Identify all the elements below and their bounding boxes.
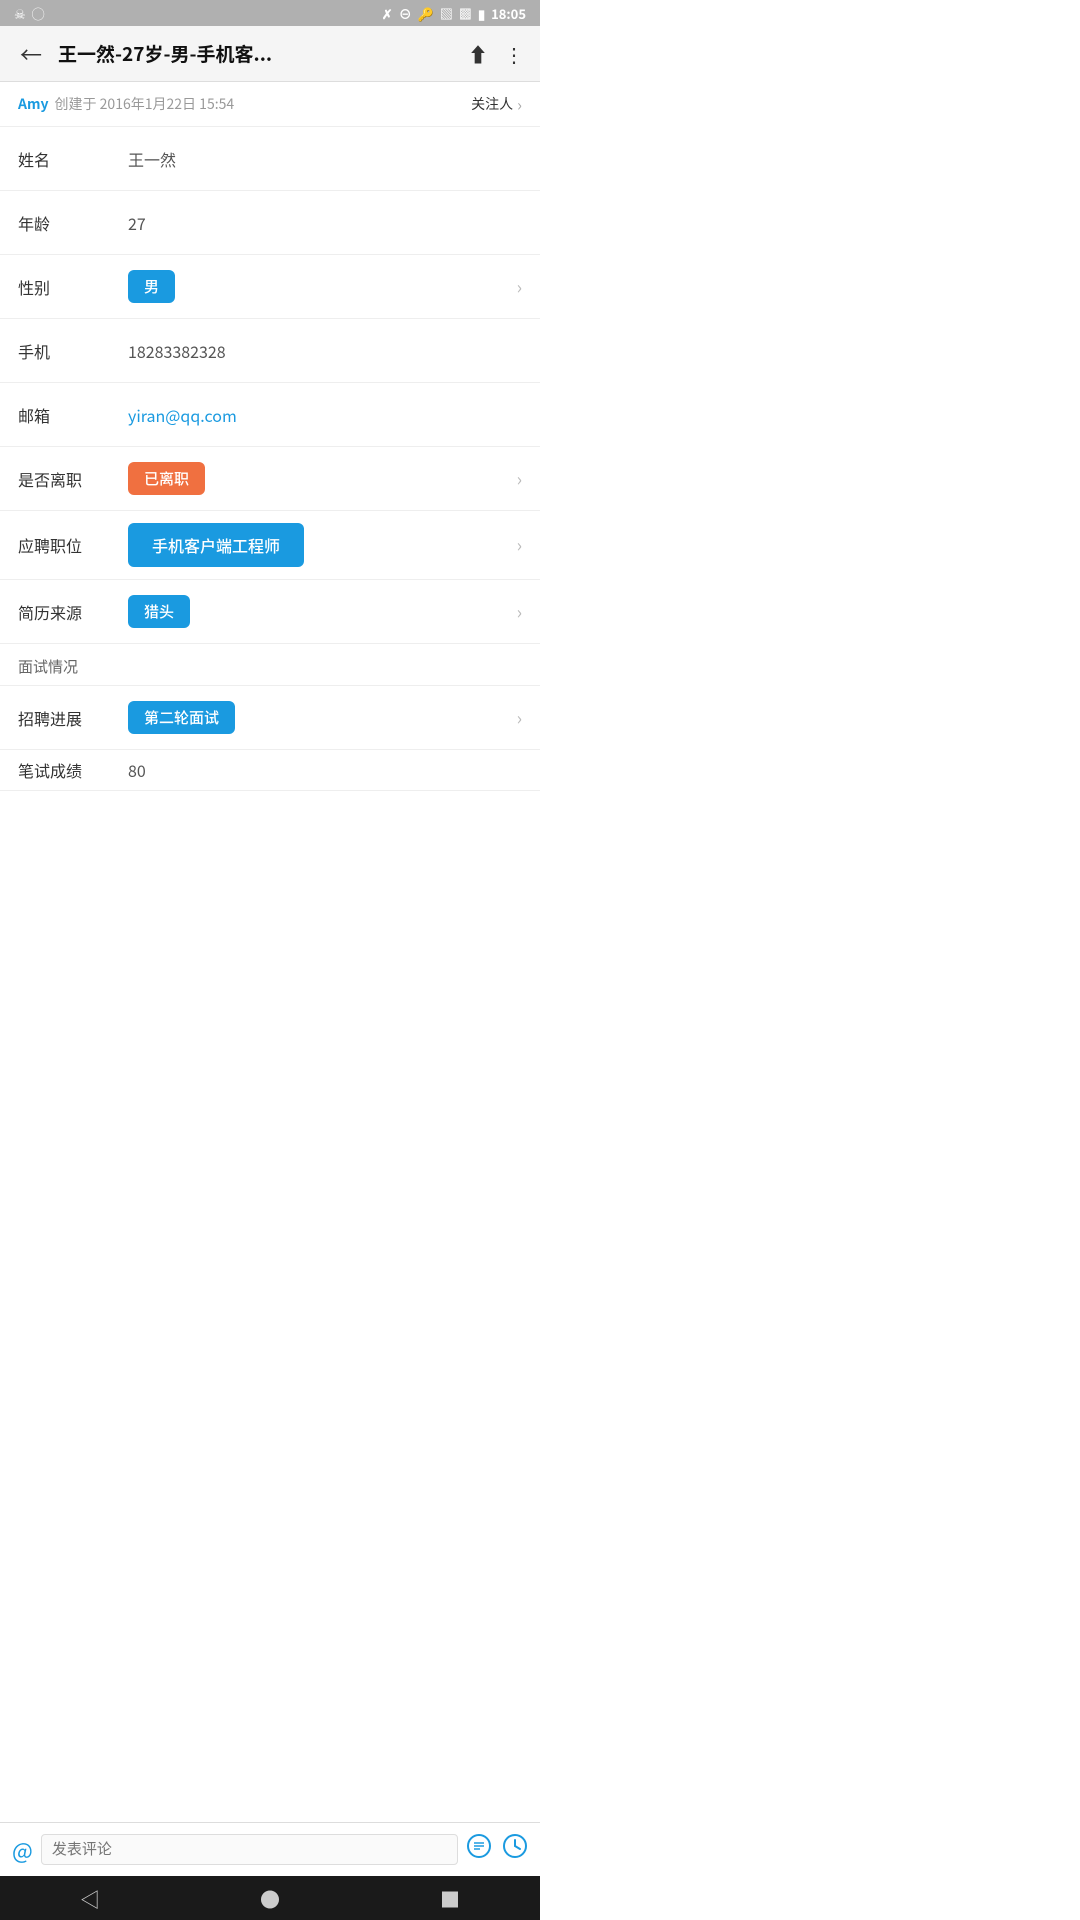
field-resigned[interactable]: 是否离职 已离职 › [0, 447, 540, 511]
label-gender: 性别 [18, 275, 128, 299]
battery-icon: ▮ [478, 4, 485, 23]
back-button[interactable]: ← [16, 34, 46, 74]
field-phone: 手机 18283382328 [0, 319, 540, 383]
field-age: 年龄 27 [0, 191, 540, 255]
value-source: 猎头 [128, 595, 509, 628]
page-title: 王一然-27岁-男-手机客... [58, 40, 456, 67]
value-gender: 男 [128, 270, 509, 303]
app-bar: ← 王一然-27岁-男-手机客... ⬆ ⋮ [0, 26, 540, 82]
comment-bar: @ [0, 1822, 540, 1876]
recruit-section: 招聘进展 第二轮面试 › 笔试成绩 80 [0, 686, 540, 791]
at-button[interactable]: @ [12, 1834, 33, 1866]
section-header-interview: 面试情况 [0, 644, 540, 686]
field-name: 姓名 王一然 [0, 127, 540, 191]
more-button[interactable]: ⋮ [504, 39, 524, 68]
app-bar-actions: ⬆ ⋮ [468, 39, 524, 68]
time-display: 18:05 [491, 4, 526, 23]
label-name: 姓名 [18, 147, 128, 171]
info-section: 姓名 王一然 年龄 27 性别 男 › 手机 18283382328 邮箱 yi… [0, 127, 540, 644]
follow-chevron: › [517, 92, 522, 116]
value-email[interactable]: yiran@qq.com [128, 403, 522, 427]
meta-info: Amy 创建于 2016年1月22日 15:54 [18, 94, 234, 114]
resigned-chevron: › [517, 466, 522, 492]
status-bar-left: ☠ ◯ [14, 4, 45, 23]
field-source[interactable]: 简历来源 猎头 › [0, 580, 540, 644]
nav-back-button[interactable]: ◁ [60, 1880, 120, 1917]
follow-link[interactable]: 关注人 › [471, 92, 522, 116]
label-written-score: 笔试成绩 [18, 758, 128, 782]
value-recruit-progress: 第二轮面试 [128, 701, 509, 734]
field-email: 邮箱 yiran@qq.com [0, 383, 540, 447]
resigned-badge[interactable]: 已离职 [128, 462, 205, 495]
status-bar-right: ✗ ⊖ 🔑 ▧ ▩ ▮ 18:05 [382, 4, 526, 23]
field-gender[interactable]: 性别 男 › [0, 255, 540, 319]
clock-icon[interactable] [502, 1833, 528, 1866]
field-written-score: 笔试成绩 80 [0, 750, 540, 791]
value-age: 27 [128, 211, 522, 235]
source-badge[interactable]: 猎头 [128, 595, 190, 628]
source-chevron: › [517, 599, 522, 625]
share-button[interactable]: ⬆ [468, 39, 488, 68]
signal-icon: ◯ [32, 4, 45, 23]
label-phone: 手机 [18, 339, 128, 363]
field-recruit-progress[interactable]: 招聘进展 第二轮面试 › [0, 686, 540, 750]
label-age: 年龄 [18, 211, 128, 235]
nav-recents-button[interactable]: ■ [420, 1880, 480, 1917]
label-recruit-progress: 招聘进展 [18, 706, 128, 730]
follow-label: 关注人 [471, 94, 513, 114]
wifi-icon: ☠ [14, 4, 26, 23]
status-bar: ☠ ◯ ✗ ⊖ 🔑 ▧ ▩ ▮ 18:05 [0, 0, 540, 26]
no-sim-icon: ▩ [459, 4, 472, 23]
position-badge[interactable]: 手机客户端工程师 [128, 523, 304, 567]
label-email: 邮箱 [18, 403, 128, 427]
recruit-progress-badge[interactable]: 第二轮面试 [128, 701, 235, 734]
meta-row: Amy 创建于 2016年1月22日 15:54 关注人 › [0, 82, 540, 127]
created-date: 创建于 2016年1月22日 15:54 [55, 94, 235, 114]
bluetooth-icon: ✗ [382, 4, 393, 23]
value-name: 王一然 [128, 147, 522, 171]
position-chevron: › [517, 532, 522, 558]
label-resigned: 是否离职 [18, 467, 128, 491]
value-written-score: 80 [128, 758, 522, 782]
nav-bar: ◁ ● ■ [0, 1876, 540, 1920]
recruit-progress-chevron: › [517, 705, 522, 731]
signal-bars-icon: ▧ [440, 4, 453, 23]
gender-badge[interactable]: 男 [128, 270, 175, 303]
key-icon: 🔑 [418, 4, 434, 23]
label-position: 应聘职位 [18, 533, 128, 557]
field-position[interactable]: 应聘职位 手机客户端工程师 › [0, 511, 540, 580]
minus-circle-icon: ⊖ [399, 4, 412, 23]
value-resigned: 已离职 [128, 462, 509, 495]
value-phone: 18283382328 [128, 339, 522, 363]
author-name[interactable]: Amy [18, 94, 49, 114]
chat-icon[interactable] [466, 1833, 492, 1866]
comment-action-icons [466, 1833, 528, 1866]
value-position: 手机客户端工程师 [128, 523, 509, 567]
comment-input[interactable] [41, 1834, 458, 1865]
label-source: 简历来源 [18, 600, 128, 624]
nav-home-button[interactable]: ● [240, 1880, 300, 1917]
gender-chevron: › [517, 274, 522, 300]
